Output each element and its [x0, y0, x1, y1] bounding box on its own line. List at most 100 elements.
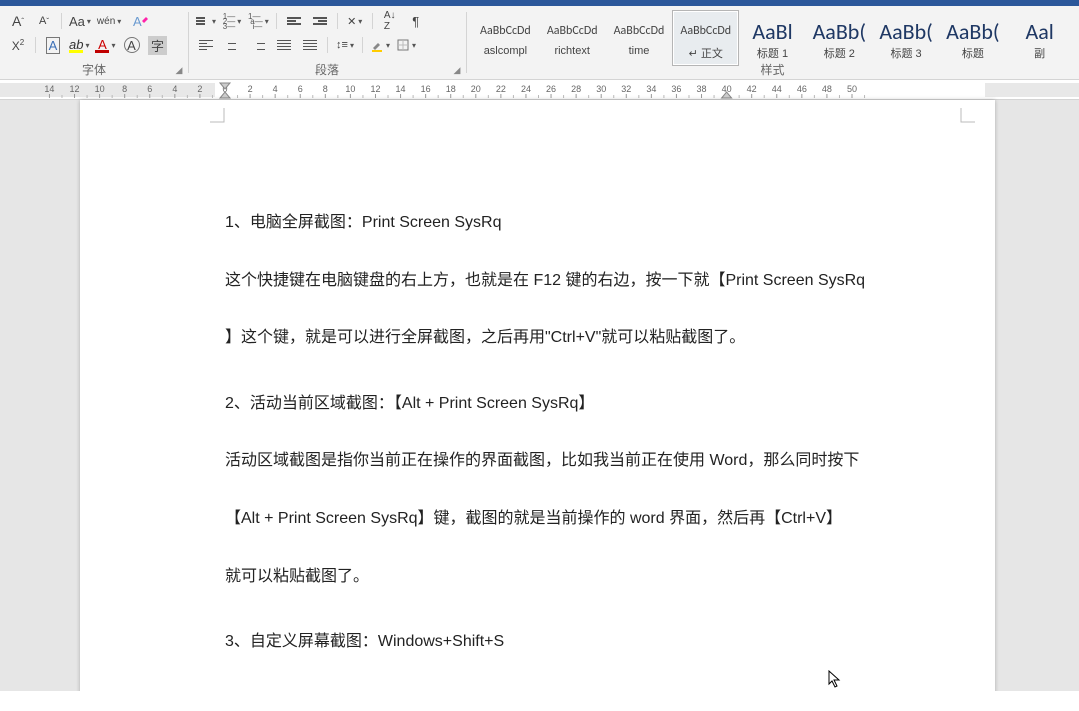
- paragraph[interactable]: 3、自定义屏幕截图：Windows+Shift+S: [225, 629, 905, 655]
- paragraph[interactable]: 活动区域截图是指你当前正在操作的界面截图，比如我当前正在使用 Word，那么同时…: [225, 448, 905, 474]
- style-sample: AaBbCcDd: [680, 17, 731, 45]
- numbering-button[interactable]: 1—2—3—: [220, 10, 244, 32]
- document-page: 1、电脑全屏截图：Print Screen SysRq 这个快捷键在电脑键盘的右…: [80, 100, 995, 691]
- crop-mark-icon: [959, 108, 975, 124]
- svg-text:6: 6: [298, 84, 303, 94]
- style-sample: AaBb(: [879, 17, 932, 45]
- align-distributed-button[interactable]: [298, 34, 322, 56]
- bullets-button[interactable]: [194, 10, 218, 32]
- char-border-button[interactable]: A: [41, 34, 65, 56]
- svg-text:4: 4: [172, 84, 177, 94]
- group-paragraph-label: 段落: [188, 59, 466, 79]
- style-sample: AaBbCcDd: [547, 17, 598, 45]
- paragraph[interactable]: 2、活动当前区域截图：【Alt + Print Screen SysRq】: [225, 391, 905, 417]
- change-case-button[interactable]: Aa: [67, 10, 93, 32]
- style-card[interactable]: AaBb(标题 2: [806, 10, 873, 66]
- style-sample: AaBl: [752, 17, 792, 45]
- horizontal-ruler[interactable]: 1412108642024681012141618202224262830323…: [0, 80, 1079, 100]
- svg-text:14: 14: [44, 84, 54, 94]
- svg-text:2: 2: [197, 84, 202, 94]
- svg-text:44: 44: [772, 84, 782, 94]
- style-card[interactable]: Aal副: [1006, 10, 1073, 66]
- document-body[interactable]: 1、电脑全屏截图：Print Screen SysRq 这个快捷键在电脑键盘的右…: [225, 210, 905, 687]
- paragraph[interactable]: 就可以粘贴截图了。: [225, 564, 905, 590]
- paragraph[interactable]: 【Alt + Print Screen SysRq】键，截图的就是当前操作的 w…: [225, 506, 905, 532]
- group-paragraph: 1—2—3— 1— a— i— ✕ A↓Z ¶ ↕≡ 段落 ◢: [188, 6, 466, 79]
- svg-text:8: 8: [323, 84, 328, 94]
- svg-text:22: 22: [496, 84, 506, 94]
- style-card[interactable]: AaBbCcDdaslcompl: [472, 10, 539, 66]
- svg-text:2: 2: [248, 84, 253, 94]
- svg-text:12: 12: [70, 84, 80, 94]
- svg-text:48: 48: [822, 84, 832, 94]
- style-card[interactable]: AaBbCcDdrichtext: [539, 10, 606, 66]
- style-card[interactable]: AaBbCcDd↵ 正文: [672, 10, 739, 66]
- svg-text:10: 10: [345, 84, 355, 94]
- style-card[interactable]: AaBl标题 1: [739, 10, 806, 66]
- group-font-label: 字体: [0, 59, 188, 79]
- char-shading-button[interactable]: 字: [146, 34, 170, 56]
- paragraph-dialog-launcher[interactable]: ◢: [450, 63, 464, 77]
- style-sample: AaBb(: [813, 17, 866, 45]
- svg-text:12: 12: [370, 84, 380, 94]
- borders-button[interactable]: [394, 34, 418, 56]
- style-card[interactable]: AaBb(标题 3: [873, 10, 940, 66]
- highlight-color-button[interactable]: ab: [67, 34, 91, 56]
- clear-formatting-button[interactable]: A: [125, 10, 149, 32]
- svg-text:24: 24: [521, 84, 531, 94]
- multilevel-list-button[interactable]: 1— a— i—: [246, 10, 271, 32]
- mouse-cursor-icon: [828, 670, 842, 688]
- svg-text:32: 32: [621, 84, 631, 94]
- increase-indent-button[interactable]: [308, 10, 332, 32]
- align-right-button[interactable]: [246, 34, 270, 56]
- shrink-font-button[interactable]: Aˇ: [32, 10, 56, 32]
- decrease-indent-button[interactable]: [282, 10, 306, 32]
- group-styles-label: 样式: [466, 59, 1079, 79]
- paragraph[interactable]: 】这个键，就是可以进行全屏截图，之后再用"Ctrl+V"就可以粘贴截图了。: [225, 325, 905, 351]
- style-sample: AaBb(: [946, 17, 999, 45]
- sort-button[interactable]: A↓Z: [378, 10, 402, 32]
- group-styles: AaBbCcDdaslcomplAaBbCcDdrichtextAaBbCcDd…: [466, 6, 1079, 79]
- style-name: time: [629, 45, 650, 57]
- superscript-button[interactable]: X2: [6, 34, 30, 56]
- svg-text:36: 36: [671, 84, 681, 94]
- style-sample: Aal: [1025, 17, 1053, 45]
- style-sample: AaBbCcDd: [614, 17, 665, 45]
- svg-text:34: 34: [646, 84, 656, 94]
- svg-text:16: 16: [421, 84, 431, 94]
- line-spacing-button[interactable]: ↕≡: [333, 34, 357, 56]
- align-center-button[interactable]: [220, 34, 244, 56]
- align-left-button[interactable]: [194, 34, 218, 56]
- svg-text:50: 50: [847, 84, 857, 94]
- circled-char-button[interactable]: A: [120, 34, 144, 56]
- style-card[interactable]: AaBb(标题: [939, 10, 1006, 66]
- svg-text:10: 10: [95, 84, 105, 94]
- svg-text:42: 42: [747, 84, 757, 94]
- style-card[interactable]: AaBbCcDdtime: [606, 10, 673, 66]
- show-marks-button[interactable]: ¶: [404, 10, 428, 32]
- svg-text:46: 46: [797, 84, 807, 94]
- svg-text:30: 30: [596, 84, 606, 94]
- align-justify-button[interactable]: [272, 34, 296, 56]
- phonetic-guide-button[interactable]: wén: [95, 10, 123, 32]
- svg-text:4: 4: [273, 84, 278, 94]
- ribbon: Aˆ Aˇ Aa wén A X2 A ab A A 字 字体 ◢ 1—2—3—…: [0, 6, 1079, 80]
- svg-text:28: 28: [571, 84, 581, 94]
- style-sample: AaBbCcDd: [480, 17, 531, 45]
- shading-button[interactable]: [368, 34, 392, 56]
- asian-layout-button[interactable]: ✕: [343, 10, 367, 32]
- font-dialog-launcher[interactable]: ◢: [172, 63, 186, 77]
- svg-text:38: 38: [697, 84, 707, 94]
- paragraph[interactable]: 1、电脑全屏截图：Print Screen SysRq: [225, 210, 905, 236]
- svg-text:8: 8: [122, 84, 127, 94]
- svg-text:26: 26: [546, 84, 556, 94]
- svg-text:20: 20: [471, 84, 481, 94]
- grow-font-button[interactable]: Aˆ: [6, 10, 30, 32]
- paragraph[interactable]: 这个快捷键在电脑键盘的右上方，也就是在 F12 键的右边，按一下就【Print …: [225, 268, 905, 294]
- svg-text:18: 18: [446, 84, 456, 94]
- style-name: aslcompl: [484, 45, 527, 57]
- font-color-button[interactable]: A: [93, 34, 117, 56]
- group-font: Aˆ Aˇ Aa wén A X2 A ab A A 字 字体 ◢: [0, 6, 188, 79]
- style-name: richtext: [554, 45, 589, 57]
- svg-text:6: 6: [147, 84, 152, 94]
